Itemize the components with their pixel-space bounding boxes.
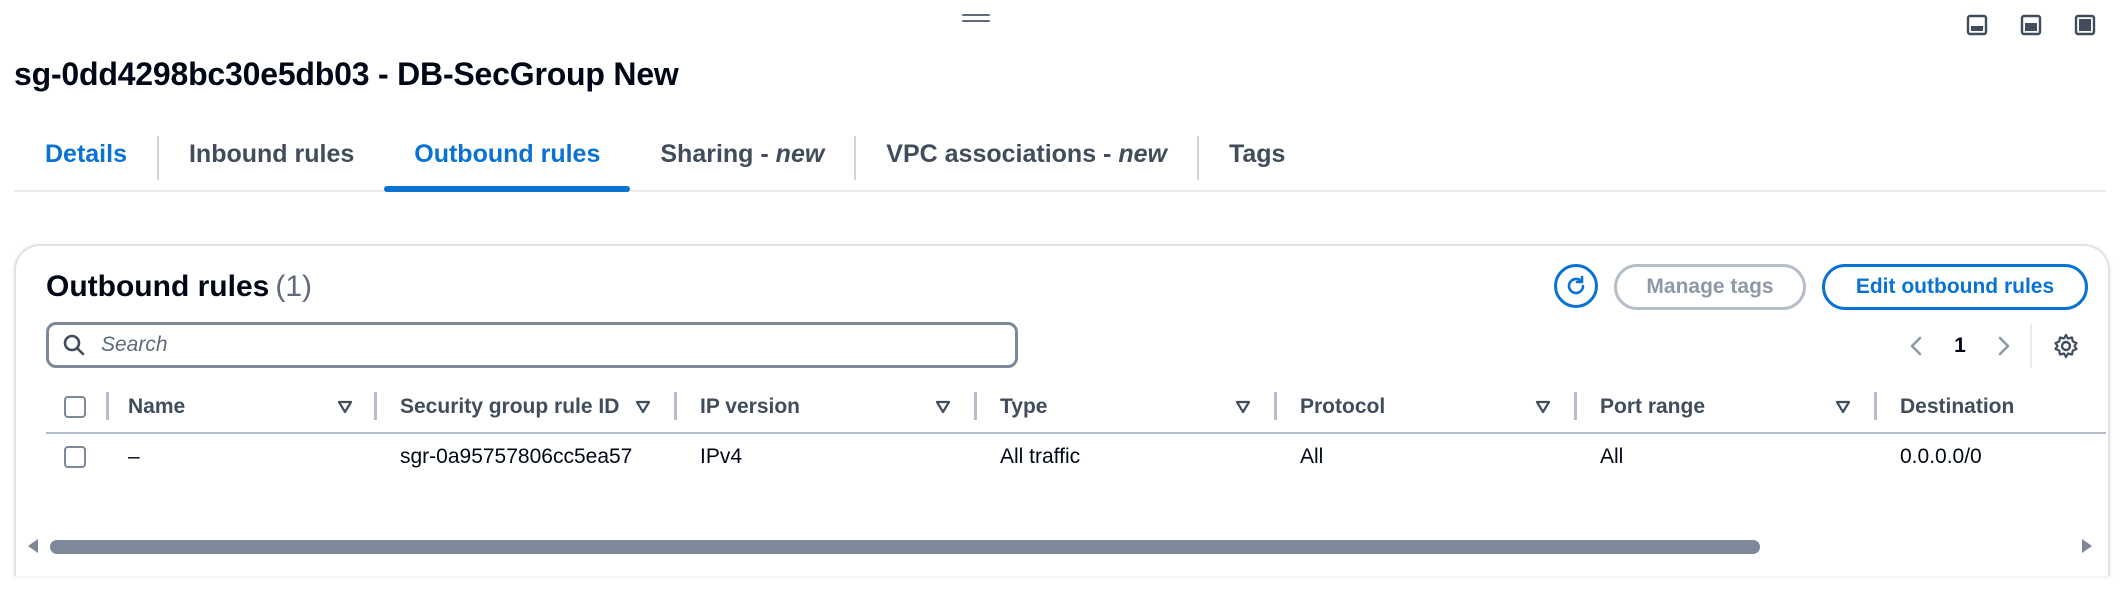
refresh-button[interactable] xyxy=(1554,264,1598,308)
column-header-name[interactable]: Name xyxy=(128,382,185,432)
column-header-port-range[interactable]: Port range xyxy=(1600,382,1705,432)
cell-type: All traffic xyxy=(1000,445,1081,468)
search-icon xyxy=(63,334,85,356)
tab-label-text: Sharing - xyxy=(660,140,776,168)
sort-caret-icon[interactable] xyxy=(934,398,952,416)
sort-caret-icon[interactable] xyxy=(1234,398,1252,416)
cell-ip-version: IPv4 xyxy=(700,445,743,468)
sort-caret-icon[interactable] xyxy=(634,398,652,416)
current-page-number[interactable]: 1 xyxy=(1928,334,1992,358)
select-all-checkbox[interactable] xyxy=(64,396,86,418)
tab-label: Sharing - new xyxy=(630,140,854,169)
panel-title: Outbound rules (1) xyxy=(46,270,312,304)
page-title: sg-0dd4298bc30e5db03 - DB-SecGroup New xyxy=(14,56,679,92)
sort-caret-icon[interactable] xyxy=(1834,398,1852,416)
settings-gear-icon[interactable] xyxy=(2052,332,2080,360)
horizontal-scrollbar[interactable] xyxy=(14,536,2106,558)
tab-label: Inbound rules xyxy=(188,140,355,168)
column-header-destination[interactable]: Destination xyxy=(1900,382,2014,432)
column-divider[interactable] xyxy=(674,392,677,420)
column-divider[interactable] xyxy=(106,392,109,420)
table-row[interactable]: – sgr-0a95757806cc5ea57 IPv4 All traffic… xyxy=(46,434,2106,480)
outbound-rules-table: Name Security group rule ID IP version T… xyxy=(46,382,2106,480)
new-badge: new xyxy=(775,140,825,168)
column-divider[interactable] xyxy=(1874,392,1877,420)
full-view-icon[interactable] xyxy=(2074,14,2096,36)
table-header: Name Security group rule ID IP version T… xyxy=(46,382,2106,434)
tab-label: Tags xyxy=(1228,140,1286,168)
split-bottom-icon[interactable] xyxy=(1966,14,1988,36)
refresh-icon xyxy=(1567,275,1585,295)
row-checkbox[interactable] xyxy=(64,446,86,468)
tab-inbound-rules[interactable]: Inbound rules xyxy=(159,128,384,190)
edit-outbound-rules-button[interactable]: Edit outbound rules xyxy=(1822,264,2088,310)
rule-count: (1) xyxy=(275,270,312,303)
tab-label: VPC associations - new xyxy=(856,140,1197,169)
previous-page-icon[interactable] xyxy=(1904,326,1928,366)
row-select-cell xyxy=(64,434,86,480)
column-divider[interactable] xyxy=(1574,392,1577,420)
cell-rule-id: sgr-0a95757806cc5ea57 xyxy=(400,445,633,468)
tab-tags[interactable]: Tags xyxy=(1199,128,1316,190)
sort-caret-icon[interactable] xyxy=(336,398,354,416)
search-input[interactable] xyxy=(99,332,983,358)
scroll-right-icon[interactable] xyxy=(2082,539,2092,553)
tab-label: Outbound rules xyxy=(414,140,601,168)
panel-title-text: Outbound rules xyxy=(46,270,270,303)
column-divider[interactable] xyxy=(374,392,377,420)
split-bottom-icon[interactable] xyxy=(46,14,68,36)
tab-outbound-rules[interactable]: Outbound rules xyxy=(384,128,631,192)
drag-handle-icon[interactable] xyxy=(962,14,990,24)
search-field[interactable] xyxy=(46,322,1018,368)
cell-destination: 0.0.0.0/0 xyxy=(1900,445,1982,468)
tab-bar: Details Inbound rules Outbound rules Sha… xyxy=(14,128,2106,192)
next-page-icon[interactable] xyxy=(1992,326,2016,366)
tab-details[interactable]: Details xyxy=(14,128,157,190)
cell-name: – xyxy=(128,445,140,468)
column-divider[interactable] xyxy=(974,392,977,420)
scrollbar-thumb[interactable] xyxy=(50,540,1760,554)
tab-vpc-associations[interactable]: VPC associations - new xyxy=(856,128,1197,190)
split-side-icon[interactable] xyxy=(2020,14,2042,36)
column-header-protocol[interactable]: Protocol xyxy=(1300,382,1385,432)
column-header-ip-version[interactable]: IP version xyxy=(700,382,800,432)
column-divider[interactable] xyxy=(1274,392,1277,420)
tab-sharing[interactable]: Sharing - new xyxy=(630,128,854,190)
scroll-left-icon[interactable] xyxy=(28,539,38,553)
manage-tags-button[interactable]: Manage tags xyxy=(1614,264,1806,310)
tab-label: Details xyxy=(45,140,127,168)
outbound-rules-panel: Outbound rules (1) Manage tags Edit outbo… xyxy=(14,244,2110,576)
column-header-rule-id[interactable]: Security group rule ID xyxy=(400,382,619,432)
tab-label-text: VPC associations - xyxy=(886,140,1119,168)
sort-caret-icon[interactable] xyxy=(1534,398,1552,416)
pagination: 1 xyxy=(1904,326,2016,366)
select-all-cell xyxy=(64,382,86,432)
toolbar-divider xyxy=(2030,324,2032,368)
cell-protocol: All xyxy=(1300,445,1324,468)
column-header-type[interactable]: Type xyxy=(1000,382,1047,432)
new-badge: new xyxy=(1118,140,1167,168)
cell-port-range: All xyxy=(1600,445,1624,468)
